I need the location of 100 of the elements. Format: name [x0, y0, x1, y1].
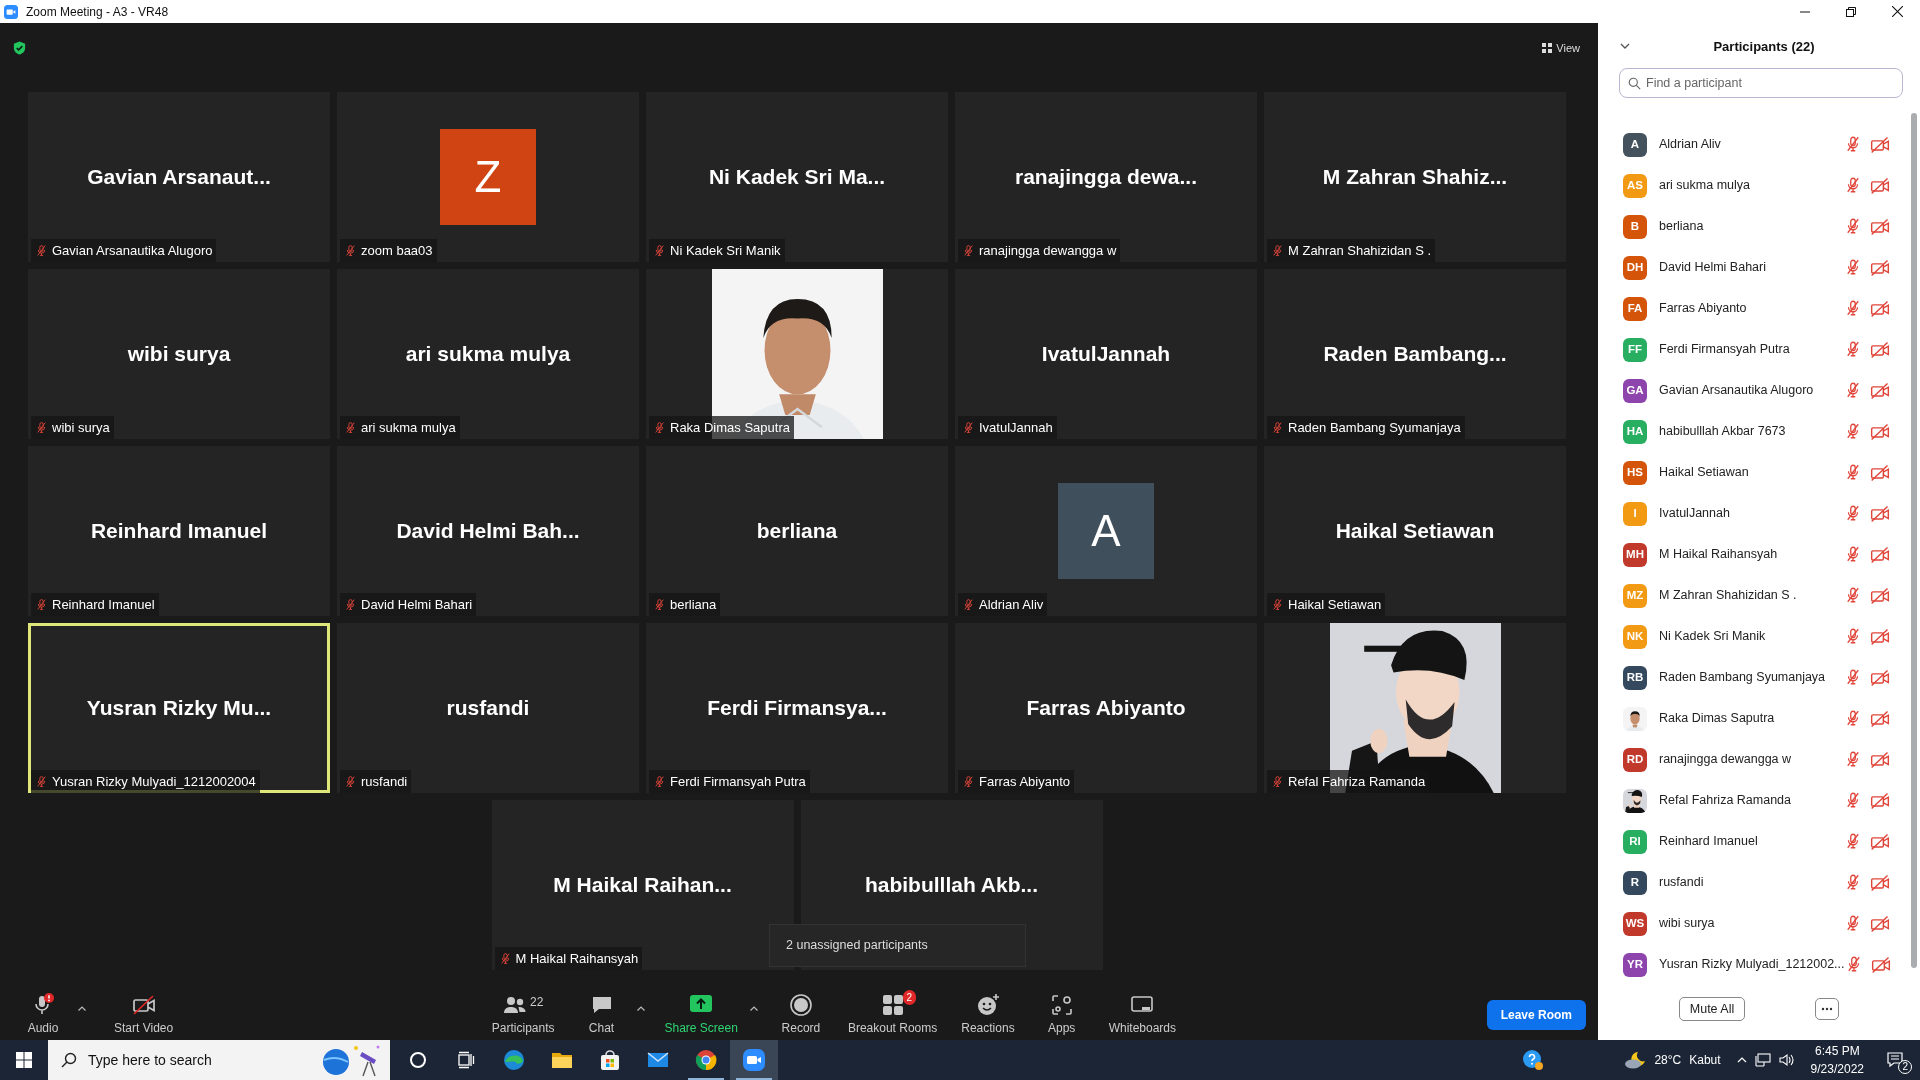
taskbar-search-field[interactable]: Type here to search — [48, 1040, 390, 1080]
more-button[interactable] — [1815, 998, 1840, 1020]
participants-button[interactable]: 22 Participants — [483, 993, 563, 1037]
participant-label: rusfandi — [361, 772, 408, 791]
participant-row[interactable]: HA habibulllah Akbar 7673 — [1598, 411, 1920, 452]
video-tile[interactable]: A Aldrian Aliv — [955, 446, 1257, 616]
video-tile[interactable]: berliana berliana — [646, 446, 948, 616]
participant-row[interactable]: HS Haikal Setiawan — [1598, 452, 1920, 493]
participant-row[interactable]: RD ranajingga dewangga w — [1598, 739, 1920, 780]
participant-row[interactable]: YR Yusran Rizky Mulyadi_1212002... — [1598, 944, 1920, 985]
participant-label: Reinhard Imanuel — [52, 595, 155, 614]
participant-row[interactable]: MH M Haikal Raihansyah — [1598, 534, 1920, 575]
share-screen-icon — [689, 993, 714, 1015]
participant-row[interactable]: RB Raden Bambang Syumanjaya — [1598, 657, 1920, 698]
participant-name: ari sukma mulya — [405, 341, 571, 368]
breakout-button[interactable]: Breakout Rooms 2 — [839, 993, 946, 1037]
video-tile[interactable]: Reinhard Imanuel Reinhard Imanuel — [28, 446, 330, 616]
taskbar-app[interactable] — [730, 1040, 778, 1080]
avatar: R — [1623, 870, 1647, 895]
participant-row[interactable]: WS wibi surya — [1598, 903, 1920, 944]
more-icon — [1821, 1007, 1834, 1011]
participant-row[interactable]: RI Reinhard Imanuel — [1598, 821, 1920, 862]
video-tile[interactable]: ari sukma mulya ari sukma mulya — [337, 269, 639, 439]
weather-text: Kabut — [1689, 1052, 1721, 1069]
avatar: DH — [1623, 255, 1647, 280]
participant-row[interactable]: A Aldrian Aliv — [1598, 124, 1920, 165]
video-tile[interactable]: Farras Abiyanto Farras Abiyanto — [955, 623, 1257, 793]
participant-name: M Zahran Shahizidan S . — [1659, 587, 1798, 605]
video-tile[interactable]: M Zahran Shahiz... M Zahran Shahizidan S . — [1264, 92, 1566, 262]
apps-button[interactable]: Apps — [1030, 993, 1093, 1037]
whiteboards-button[interactable]: Whiteboards — [1100, 993, 1184, 1037]
avatar-letter: A — [1058, 483, 1154, 579]
video-tile[interactable]: IvatulJannah IvatulJannah — [955, 269, 1257, 439]
chat-button[interactable]: Chat — [570, 993, 633, 1037]
avatar: FF — [1623, 337, 1647, 362]
participant-label: ari sukma mulya — [361, 418, 456, 437]
caret-up-icon — [636, 1006, 645, 1012]
record-button[interactable]: Record — [769, 993, 832, 1037]
video-tile[interactable]: David Helmi Bah... David Helmi Bahari — [337, 446, 639, 616]
mute-all-button[interactable]: Mute All — [1678, 996, 1746, 1022]
participant-label: M Zahran Shahizidan S . — [1288, 241, 1432, 260]
notification-icon — [1886, 1051, 1906, 1069]
participant-row[interactable]: AS ari sukma mulya — [1598, 165, 1920, 206]
zoom-logo-icon — [4, 4, 18, 19]
participant-row[interactable]: I IvatulJannah — [1598, 493, 1920, 534]
participant-row[interactable]: FF Ferdi Firmansyah Putra — [1598, 329, 1920, 370]
help-icon — [1522, 1049, 1545, 1071]
video-tile[interactable]: Refal Fahriza Ramanda — [1264, 623, 1566, 793]
video-tile[interactable]: Z zoom baa03 — [337, 92, 639, 262]
edge-icon — [502, 1048, 526, 1072]
participant-row[interactable]: B berliana — [1598, 206, 1920, 247]
video-camera-icon — [742, 1048, 766, 1072]
share-button[interactable]: Share Screen — [656, 993, 746, 1037]
avatar: FA — [1623, 296, 1647, 321]
participant-name: berliana — [1659, 218, 1705, 236]
task-view-icon — [457, 1051, 475, 1069]
moon-cloud-icon — [1624, 1050, 1647, 1070]
temperature: 28°C — [1654, 1052, 1682, 1069]
reactions-button[interactable]: Reactions — [953, 993, 1023, 1037]
video-tile[interactable]: wibi surya wibi surya — [28, 269, 330, 439]
avatar: AS — [1623, 173, 1647, 198]
participant-row[interactable]: R rusfandi — [1598, 862, 1920, 903]
video-tile[interactable]: Ni Kadek Sri Ma... Ni Kadek Sri Manik — [646, 92, 948, 262]
participant-name: wibi surya — [127, 341, 231, 368]
participant-name: Refal Fahriza Ramanda — [1659, 792, 1792, 810]
audio-button[interactable]: Audio — [12, 993, 74, 1037]
video-tile[interactable]: ranajingga dewa... ranajingga dewangga w — [955, 92, 1257, 262]
participant-name: David Helmi Bahari — [1659, 259, 1767, 277]
search-field[interactable]: Find a participant — [1619, 68, 1903, 98]
participant-row[interactable]: Raka Dimas Saputra — [1598, 698, 1920, 739]
participant-name: IvatulJannah — [1659, 505, 1731, 523]
participant-name: IvatulJannah — [1041, 341, 1171, 368]
clock-time: 6:45 PM — [1814, 1043, 1860, 1060]
video-tile[interactable]: Raden Bambang... Raden Bambang Syumanjaya — [1264, 269, 1566, 439]
participant-row[interactable]: NK Ni Kadek Sri Manik — [1598, 616, 1920, 657]
scrollbar[interactable] — [1911, 113, 1917, 968]
video-tile[interactable]: Yusran Rizky Mu... Yusran Rizky Mulyadi_1212002004 — [28, 623, 330, 793]
participant-row[interactable]: DH David Helmi Bahari — [1598, 247, 1920, 288]
participant-label: Ferdi Firmansyah Putra — [670, 772, 806, 791]
participant-label: Aldrian Aliv — [979, 595, 1044, 614]
participant-row[interactable]: GA Gavian Arsanautika Alugoro — [1598, 370, 1920, 411]
video-tile[interactable]: Haikal Setiawan Haikal Setiawan — [1264, 446, 1566, 616]
notifications-button[interactable]: 2 — [1872, 1040, 1920, 1080]
leave-room-button[interactable]: Leave Room — [1486, 1000, 1586, 1030]
grid-icon — [1542, 43, 1553, 53]
participant-name: ari sukma mulya — [1659, 177, 1751, 195]
video-tile[interactable]: rusfandi rusfandi — [337, 623, 639, 793]
video-button[interactable]: Start Video — [106, 993, 182, 1037]
video-tile[interactable]: Raka Dimas Saputra — [646, 269, 948, 439]
participant-name: M Haikal Raihan... — [553, 872, 732, 899]
chevron-up-icon — [1736, 1057, 1747, 1063]
chrome-icon — [694, 1048, 718, 1072]
view-button[interactable]: View — [1536, 37, 1586, 59]
participant-row[interactable]: FA Farras Abiyanto — [1598, 288, 1920, 329]
participant-row[interactable]: MZ M Zahran Shahizidan S . — [1598, 575, 1920, 616]
video-tile[interactable]: Gavian Arsanaut... Gavian Arsanautika Alugoro — [28, 92, 330, 262]
video-tile[interactable]: Ferdi Firmansya... Ferdi Firmansyah Putra — [646, 623, 948, 793]
participant-row[interactable]: Refal Fahriza Ramanda — [1598, 780, 1920, 821]
participant-name: Reinhard Imanuel — [90, 518, 268, 545]
close-icon — [1891, 6, 1903, 17]
